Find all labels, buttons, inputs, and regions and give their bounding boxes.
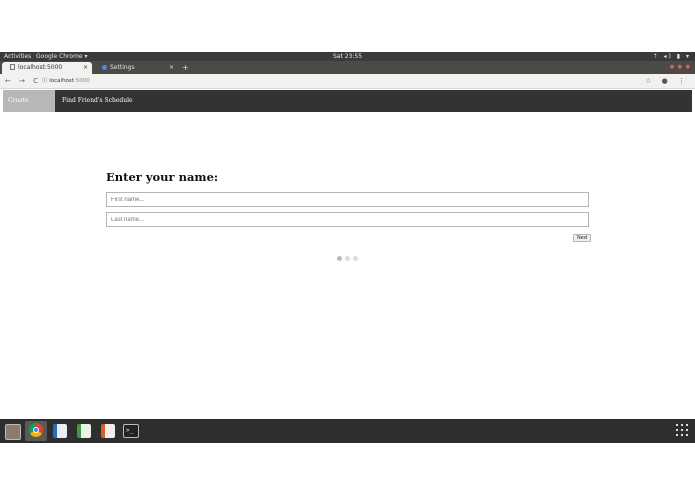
page-icon	[10, 64, 15, 70]
toolbar-right-icons[interactable]: ☆ ● ⋮	[645, 74, 689, 88]
clock[interactable]: Sat 23:55	[0, 52, 695, 61]
chrome-icon[interactable]	[29, 423, 43, 437]
first-name-input[interactable]	[106, 192, 589, 207]
tab-label: Settings	[110, 64, 135, 71]
tab-label: localhost:5000	[18, 64, 63, 71]
close-tab-icon[interactable]: ×	[169, 62, 174, 74]
step-indicator-active	[337, 256, 342, 261]
new-tab-button[interactable]: +	[182, 62, 189, 74]
close-tab-icon[interactable]: ×	[83, 62, 88, 74]
tab-settings[interactable]: Settings ×	[94, 62, 178, 74]
system-top-bar: Activities Google Chrome ▾ Sat 23:55 ⇡ ◂…	[0, 52, 695, 61]
url-host: localhost	[49, 78, 74, 84]
taskbar: >_	[0, 419, 695, 443]
browser-toolbar: ← → C ⓘ localhost:5000 ☆ ● ⋮	[0, 74, 695, 89]
settings-tab-icon	[102, 65, 107, 70]
writer-icon[interactable]	[53, 424, 67, 438]
nav-find-friends-schedule[interactable]: Find Friend's Schedule	[57, 90, 138, 112]
step-indicator	[345, 256, 350, 261]
terminal-icon[interactable]: >_	[123, 424, 139, 438]
browser-tab-strip: localhost:5000 × Settings × + ● ● ●	[0, 61, 695, 74]
url-port: :5000	[73, 78, 90, 84]
address-bar[interactable]: ⓘ localhost:5000	[42, 76, 90, 86]
system-tray[interactable]: ⇡ ◂) ▮ ▾	[653, 52, 691, 61]
app-grid-icon[interactable]	[676, 424, 689, 437]
navigation-buttons[interactable]: ← → C	[5, 74, 41, 88]
nav-create-schedule[interactable]: Create Schedule	[3, 90, 55, 126]
calc-icon[interactable]	[77, 424, 91, 438]
tab-localhost[interactable]: localhost:5000 ×	[2, 62, 92, 74]
app-navbar: Create Schedule Find Friend's Schedule	[3, 90, 692, 126]
impress-icon[interactable]	[101, 424, 115, 438]
page-title: Enter your name:	[106, 170, 219, 184]
next-button[interactable]: Next	[573, 234, 592, 242]
window-controls[interactable]: ● ● ●	[670, 64, 691, 70]
last-name-input[interactable]	[106, 212, 589, 227]
step-indicator	[353, 256, 358, 261]
files-icon[interactable]	[5, 424, 21, 440]
